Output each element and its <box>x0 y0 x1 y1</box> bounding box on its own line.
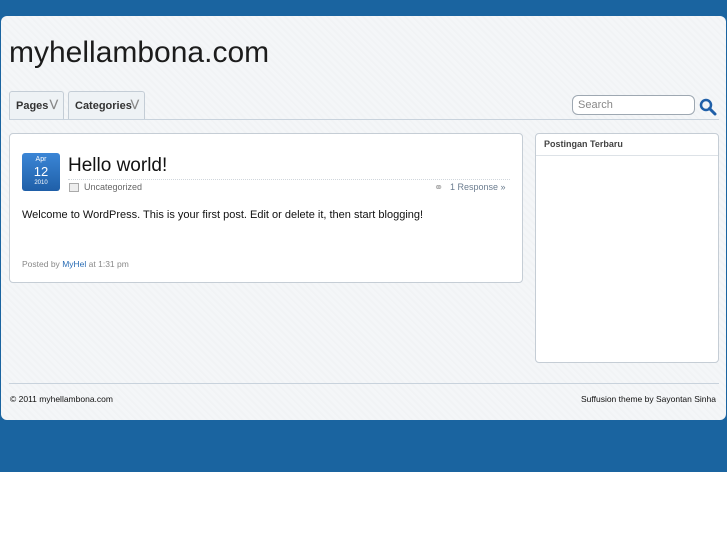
post-time: at 1:31 pm <box>88 259 129 269</box>
comment-icon: ⚭ <box>434 182 444 194</box>
sidebar-widget: Postingan Terbaru <box>535 133 719 363</box>
nav-tab-label: Pages <box>16 99 49 112</box>
meta-divider <box>68 179 510 181</box>
search-input[interactable] <box>572 95 695 115</box>
author-link[interactable]: MyHel <box>62 259 86 269</box>
category-link[interactable]: Uncategorized <box>84 182 142 192</box>
footer-copyright: © 2011 myhellambona.com <box>10 394 113 404</box>
post-card: Apr 12 2010 Hello world! Uncategorized ⚭… <box>9 133 523 283</box>
folder-icon <box>69 183 79 192</box>
nav-divider <box>9 119 719 120</box>
date-badge: Apr 12 2010 <box>22 153 60 191</box>
date-day: 12 <box>33 164 49 179</box>
footer-divider <box>9 383 719 384</box>
responses-link[interactable]: 1 Response » <box>450 182 506 192</box>
nav-tab-label: Categories <box>75 99 132 112</box>
widget-divider <box>536 155 718 156</box>
search-icon[interactable] <box>699 98 717 116</box>
widget-title: Postingan Terbaru <box>544 139 623 149</box>
chevron-down-icon: ⋁ <box>130 99 139 110</box>
footer-credit[interactable]: Suffusion theme by Sayontan Sinha <box>581 394 716 404</box>
nav-tab-categories[interactable]: Categories ⋁ <box>68 91 145 119</box>
post-byline: Posted by MyHel at 1:31 pm <box>22 259 129 269</box>
chevron-down-icon: ⋁ <box>49 99 58 110</box>
main-wrapper: myhellambona.com Pages ⋁ Categories ⋁ Ap… <box>1 16 726 420</box>
site-title[interactable]: myhellambona.com <box>9 36 269 70</box>
date-year: 2010 <box>34 180 48 186</box>
nav-tab-pages[interactable]: Pages ⋁ <box>9 91 64 119</box>
post-title[interactable]: Hello world! <box>68 155 167 177</box>
post-body: Welcome to WordPress. This is your first… <box>22 209 424 221</box>
date-month: Apr <box>35 156 47 163</box>
byline-prefix: Posted by <box>22 259 60 269</box>
